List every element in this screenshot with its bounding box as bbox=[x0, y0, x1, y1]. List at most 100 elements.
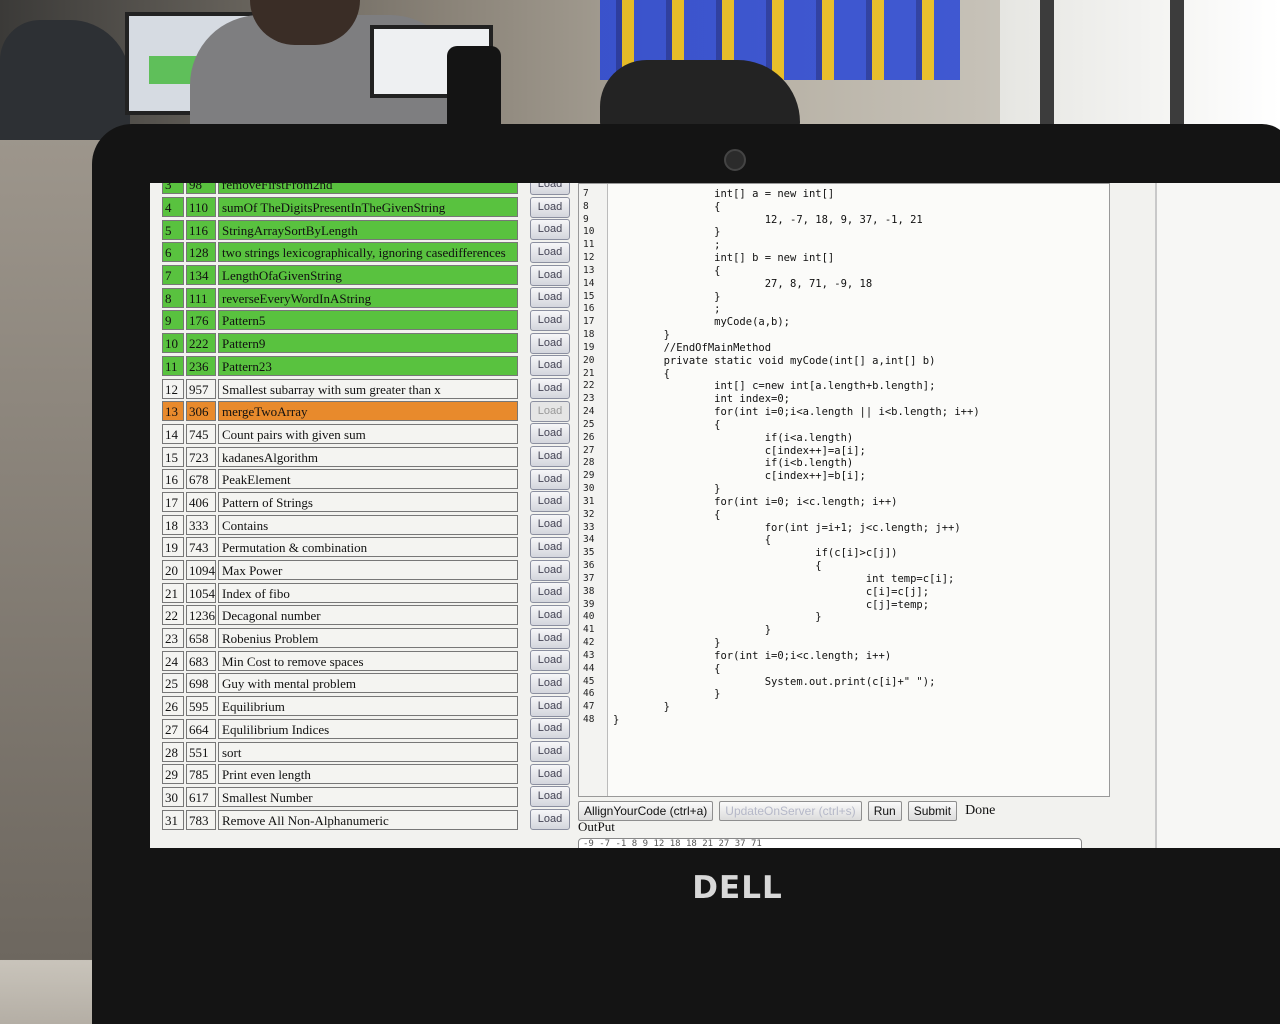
line-number: 27 bbox=[583, 444, 595, 456]
problem-serial: 13 bbox=[162, 401, 184, 422]
problem-row: 15 723 kadanesAlgorithm Load bbox=[162, 445, 570, 468]
code-line: c[index++]=b[i]; bbox=[613, 470, 866, 483]
problem-list: 3 98 removeFirstFrom2nd Load 4 110 sumOf TheDi… bbox=[162, 183, 570, 831]
load-button[interactable]: Load bbox=[530, 468, 570, 490]
problem-id: 745 bbox=[186, 423, 216, 444]
problem-name: two strings lexicographically, ignoring … bbox=[218, 242, 518, 263]
load-button[interactable]: Load bbox=[530, 514, 570, 536]
problem-row: 17 406 Pattern of Strings Load bbox=[162, 491, 570, 514]
line-number: 47 bbox=[583, 701, 595, 713]
code-line: int[] b = new int[] bbox=[613, 252, 835, 265]
load-button[interactable]: Load bbox=[530, 536, 570, 558]
load-button[interactable]: Load bbox=[530, 582, 570, 604]
problem-id: 176 bbox=[186, 310, 216, 331]
load-button[interactable]: Load bbox=[530, 196, 570, 218]
load-button[interactable]: Load bbox=[530, 309, 570, 331]
problem-row: 22 1236 Decagonal number Load bbox=[162, 604, 570, 627]
load-button[interactable]: Load bbox=[530, 604, 570, 626]
problem-id: 551 bbox=[186, 741, 216, 762]
laptop-screen: 3 98 removeFirstFrom2nd Load 4 110 sumOf TheDi… bbox=[150, 183, 1280, 848]
problem-serial: 3 bbox=[162, 183, 184, 195]
problem-name: Guy with mental problem bbox=[218, 673, 518, 694]
problem-row: 13 306 mergeTwoArray Load bbox=[162, 400, 570, 423]
load-button[interactable]: Load bbox=[530, 809, 570, 831]
problem-row: 12 957 Smallest subarray with sum greater … bbox=[162, 377, 570, 400]
load-button[interactable]: Load bbox=[530, 763, 570, 785]
background-room bbox=[0, 0, 1280, 140]
code-line: } bbox=[613, 483, 721, 496]
load-button[interactable]: Load bbox=[530, 287, 570, 309]
load-button[interactable]: Load bbox=[530, 718, 570, 740]
load-button[interactable]: Load bbox=[530, 183, 570, 195]
load-button[interactable]: Load bbox=[530, 446, 570, 468]
problem-id: 306 bbox=[186, 401, 216, 422]
problem-row: 8 111 reverseEveryWordInAString Load bbox=[162, 286, 570, 309]
problem-id: 783 bbox=[186, 809, 216, 830]
problem-row: 4 110 sumOf TheDigitsPresentInTheGivenStri… bbox=[162, 196, 570, 219]
problem-name: Decagonal number bbox=[218, 605, 518, 626]
load-button[interactable]: Load bbox=[530, 559, 570, 581]
problem-name: sort bbox=[218, 741, 518, 762]
load-button[interactable]: Load bbox=[530, 672, 570, 694]
load-button[interactable]: Load bbox=[530, 241, 570, 263]
line-number: 48 bbox=[583, 714, 595, 726]
line-number: 36 bbox=[583, 560, 595, 572]
load-button[interactable]: Load bbox=[530, 695, 570, 717]
run-button[interactable]: Run bbox=[867, 801, 902, 821]
load-button[interactable]: Load bbox=[530, 627, 570, 649]
load-button[interactable]: Load bbox=[530, 400, 570, 422]
load-button[interactable]: Load bbox=[530, 332, 570, 354]
problem-serial: 27 bbox=[162, 718, 184, 739]
update-on-server-button[interactable]: UpdateOnServer (ctrl+s) bbox=[719, 801, 862, 821]
problem-row: 19 743 Permutation & combination Load bbox=[162, 536, 570, 559]
problem-id: 723 bbox=[186, 446, 216, 467]
code-editor[interactable]: 7 8 9 10 11 12 13 14 15 16 17 18 19 20 21 22 23 24 25 26 27 2… bbox=[578, 183, 1110, 797]
problem-row: 14 745 Count pairs with given sum Load bbox=[162, 423, 570, 446]
align-code-button[interactable]: AllignYourCode (ctrl+a) bbox=[578, 801, 714, 821]
problem-row: 23 658 Robenius Problem Load bbox=[162, 627, 570, 650]
code-line: //EndOfMainMethod bbox=[613, 341, 772, 354]
code-line: for(int i=0; i<c.length; i++) bbox=[613, 495, 898, 508]
problem-row: 28 551 sort Load bbox=[162, 740, 570, 763]
load-button[interactable]: Load bbox=[530, 264, 570, 286]
problem-serial: 5 bbox=[162, 219, 184, 240]
code-line: System.out.print(c[i]+" "); bbox=[613, 675, 936, 688]
code-line: } bbox=[613, 611, 822, 624]
problem-id: 1236 bbox=[186, 605, 216, 626]
problem-serial: 29 bbox=[162, 764, 184, 785]
line-number: 12 bbox=[583, 252, 595, 264]
submit-button[interactable]: Submit bbox=[907, 801, 958, 821]
problem-serial: 21 bbox=[162, 582, 184, 603]
load-button[interactable]: Load bbox=[530, 650, 570, 672]
problem-serial: 26 bbox=[162, 696, 184, 717]
load-button[interactable]: Load bbox=[530, 786, 570, 808]
line-number: 8 bbox=[583, 200, 589, 212]
load-button[interactable]: Load bbox=[530, 491, 570, 513]
load-button[interactable]: Load bbox=[530, 355, 570, 377]
line-number: 22 bbox=[583, 380, 595, 392]
code-line: { bbox=[613, 264, 721, 277]
line-number: 9 bbox=[583, 213, 589, 225]
code-line: c[j]=temp; bbox=[613, 598, 930, 611]
load-button[interactable]: Load bbox=[530, 423, 570, 445]
line-number: 23 bbox=[583, 393, 595, 405]
problem-row: 9 176 Pattern5 Load bbox=[162, 309, 570, 332]
line-number: 41 bbox=[583, 624, 595, 636]
line-number: 13 bbox=[583, 264, 595, 276]
line-number: 7 bbox=[583, 188, 589, 199]
line-number: 11 bbox=[583, 239, 595, 251]
load-button[interactable]: Load bbox=[530, 219, 570, 241]
problem-name: Contains bbox=[218, 514, 518, 535]
line-number: 21 bbox=[583, 367, 595, 379]
load-button[interactable]: Load bbox=[530, 741, 570, 763]
code-line: { bbox=[613, 200, 721, 213]
problem-row: 16 678 PeakElement Load bbox=[162, 468, 570, 491]
code-line: int[] c=new int[a.length+b.length]; bbox=[613, 380, 936, 393]
output-field[interactable]: -9 -7 -1 8 9 12 18 18 21 27 37 71 bbox=[578, 838, 1082, 848]
problem-row: 29 785 Print even length Load bbox=[162, 763, 570, 786]
line-number: 20 bbox=[583, 354, 595, 366]
problem-name: LengthOfaGivenString bbox=[218, 265, 518, 286]
load-button[interactable]: Load bbox=[530, 378, 570, 400]
problem-row: 11 236 Pattern23 Load bbox=[162, 355, 570, 378]
code-line: for(int i=0;i<a.length || i<b.length; i+… bbox=[613, 406, 980, 419]
